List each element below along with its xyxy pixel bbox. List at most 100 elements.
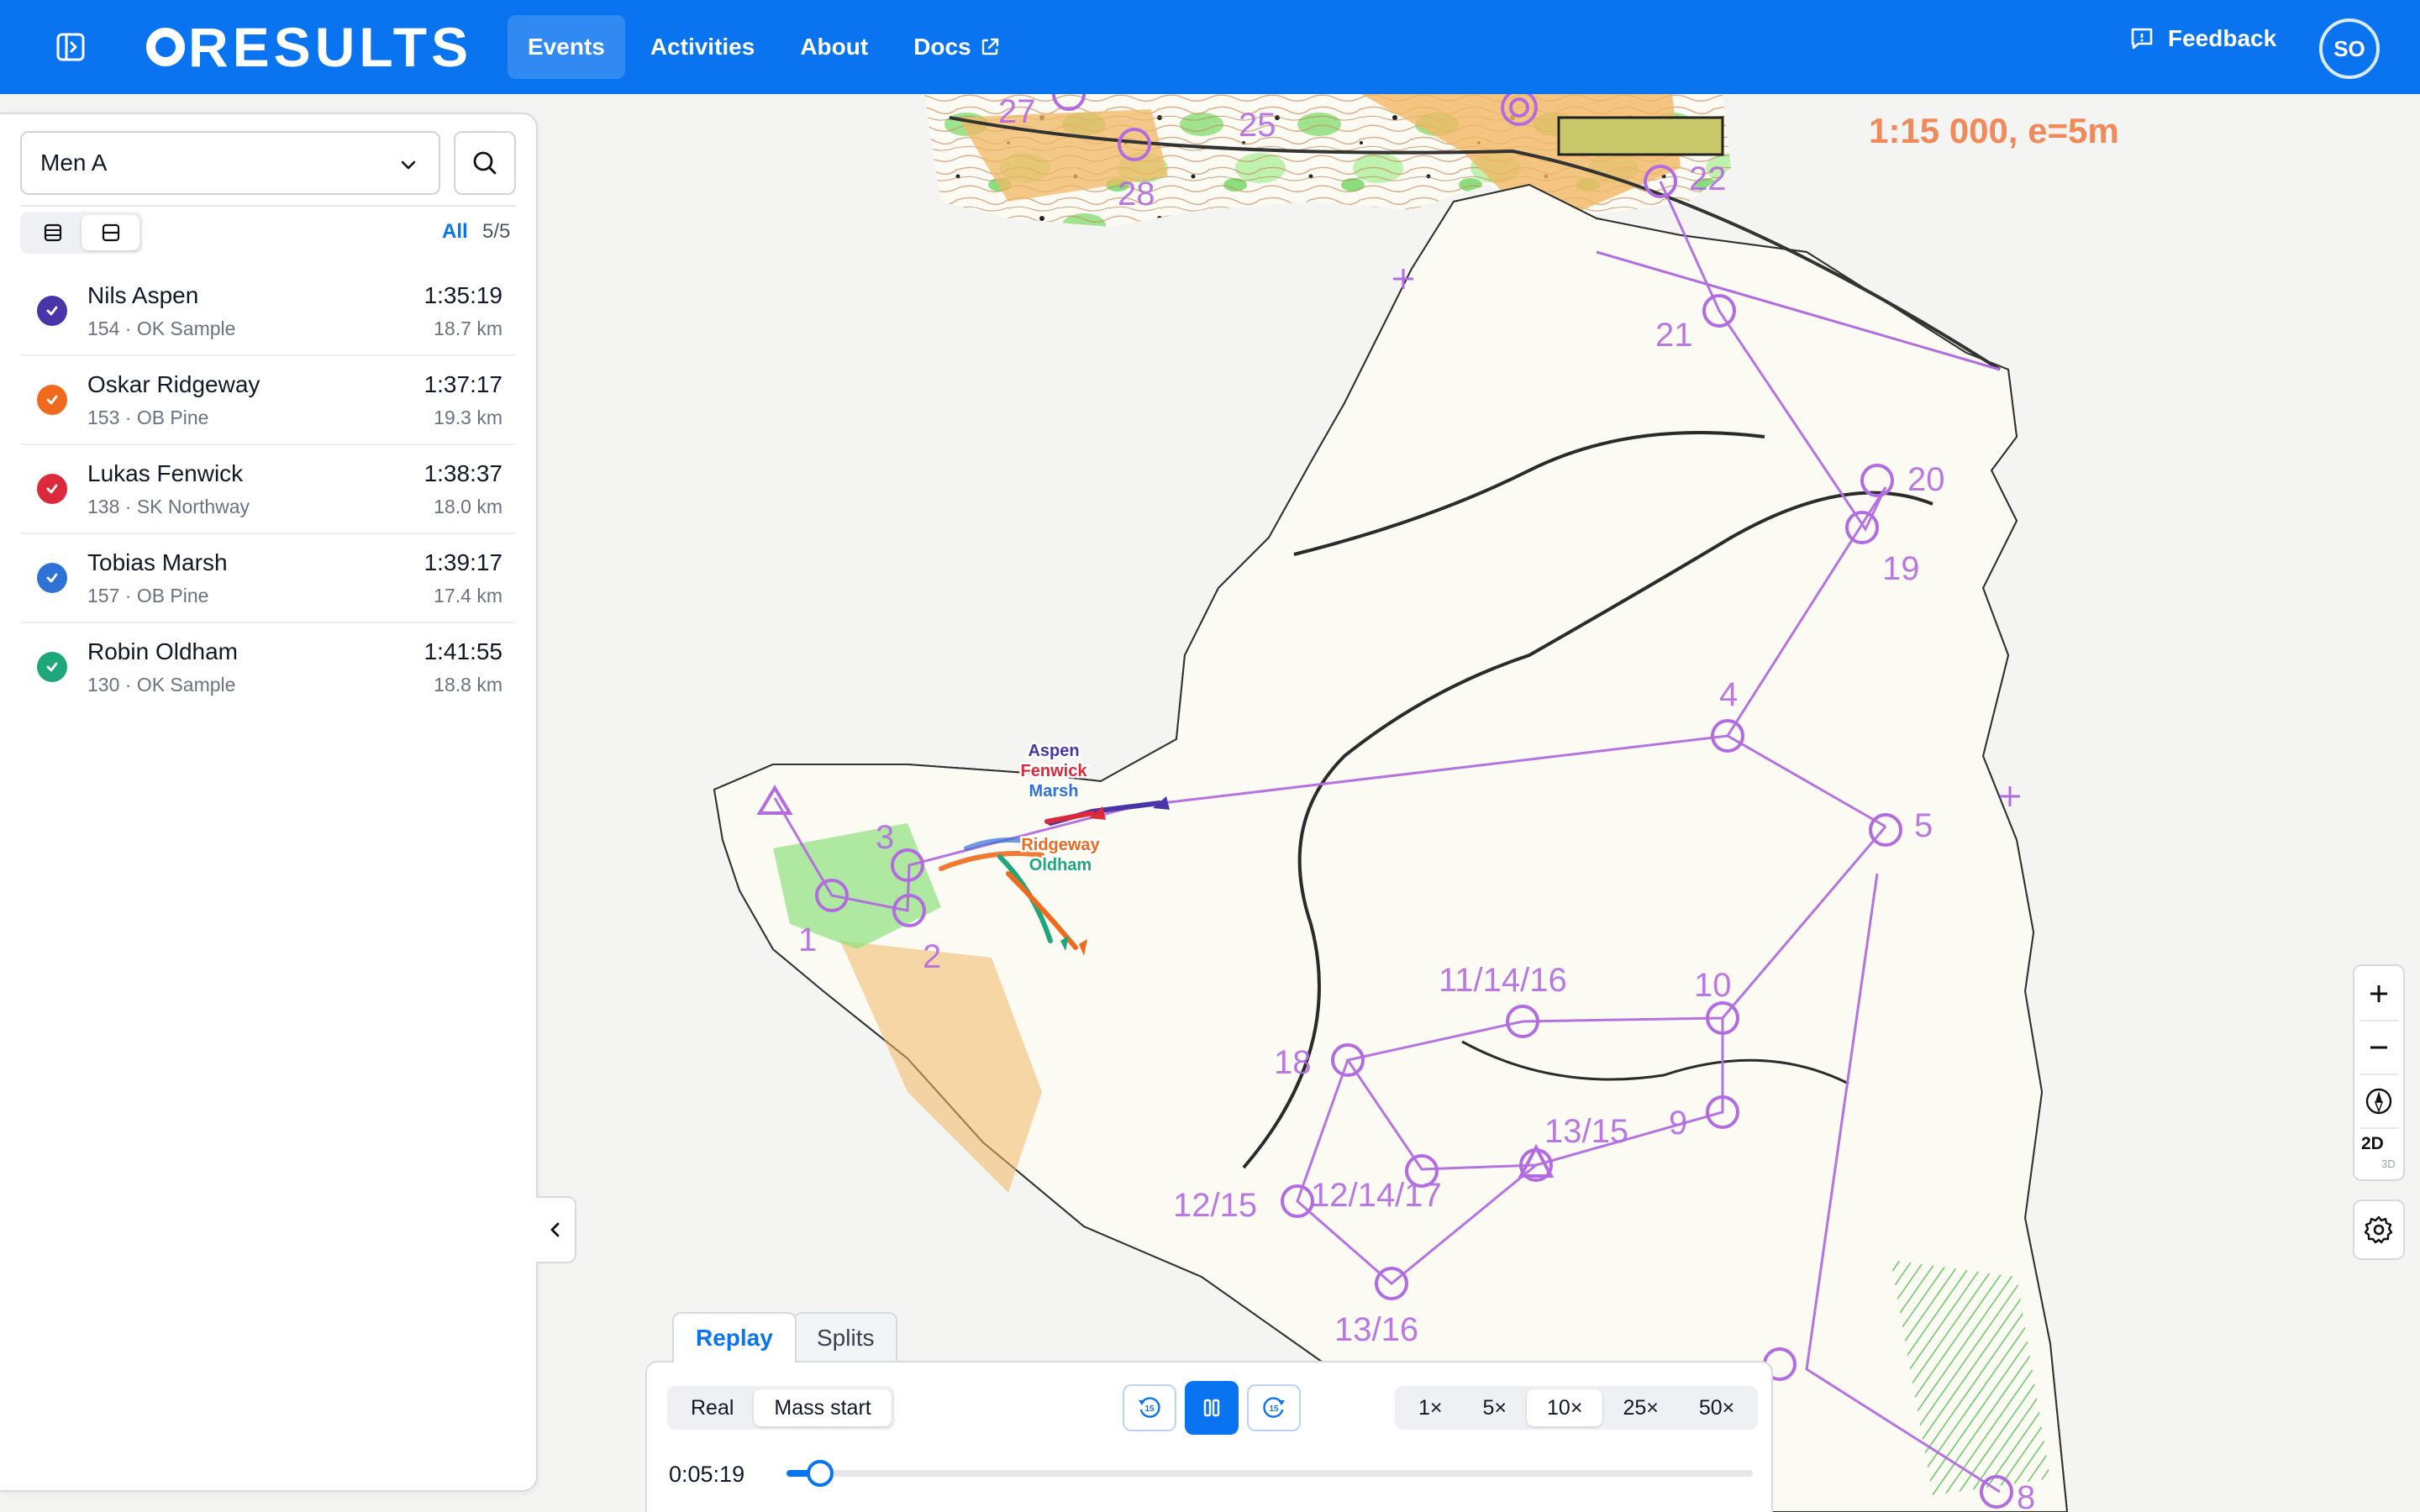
speed-50x-label: 50× — [1698, 1395, 1735, 1420]
runner-distance: 18.7 km — [434, 318, 502, 339]
replay-panel: Real Mass start 15 15 1× 5× 10× 25× 50× … — [645, 1361, 1773, 1512]
runner-label-oldham: Oldham — [1029, 856, 1092, 874]
runner-list: Nils Aspen 154 · OK Sample 1:35:19 18.7 … — [20, 267, 516, 712]
expanded-view-button[interactable] — [24, 215, 82, 250]
control-number: 2 — [923, 938, 941, 975]
speed-selector: 1× 5× 10× 25× 50× — [1395, 1386, 1759, 1430]
speed-10x-button[interactable]: 10× — [1527, 1389, 1603, 1426]
runner-row[interactable]: Oskar Ridgeway 153 · OB Pine 1:37:17 19.… — [20, 356, 516, 445]
app-logo[interactable]: RESULTS — [146, 16, 473, 78]
check-icon[interactable] — [37, 474, 67, 504]
start-mode-real-label: Real — [691, 1395, 734, 1420]
speed-5x-label: 5× — [1482, 1395, 1507, 1420]
sidebar-toggle-icon[interactable] — [55, 32, 86, 62]
runner-club: 130 · OK Sample — [87, 674, 236, 696]
check-icon[interactable] — [37, 652, 67, 682]
main-nav: Events Activities About Docs — [508, 15, 1025, 79]
zoom-in-button[interactable] — [2354, 968, 2403, 1020]
speed-1x-button[interactable]: 1× — [1398, 1389, 1463, 1426]
runner-row[interactable]: Tobias Marsh 157 · OB Pine 1:39:17 17.4 … — [20, 534, 516, 623]
search-icon — [473, 151, 497, 175]
runner-distance: 18.8 km — [434, 674, 502, 696]
feedback-button[interactable]: Feedback — [2129, 25, 2276, 52]
start-mode-toggle: Real Mass start — [667, 1386, 895, 1430]
runner-distance: 17.4 km — [434, 585, 502, 606]
runner-label-aspen: Aspen — [1028, 742, 1079, 760]
runner-row[interactable]: Robin Oldham 130 · OK Sample 1:41:55 18.… — [20, 623, 516, 712]
nav-docs[interactable]: Docs — [893, 15, 1019, 79]
feedback-icon — [2131, 28, 2153, 50]
user-avatar[interactable]: SO — [2319, 18, 2380, 79]
control-number: 3 — [876, 819, 894, 856]
map-settings-button[interactable] — [2353, 1200, 2405, 1260]
runner-club: 154 · OK Sample — [87, 318, 236, 339]
nav-about-label: About — [800, 34, 869, 60]
svg-text:15: 15 — [1144, 1404, 1155, 1414]
zoom-divider — [2360, 1127, 2398, 1129]
control-number: 18 — [1274, 1044, 1312, 1081]
speed-50x-button[interactable]: 50× — [1679, 1389, 1754, 1426]
runner-row[interactable]: Lukas Fenwick 138 · SK Northway 1:38:37 … — [20, 445, 516, 534]
check-icon[interactable] — [37, 385, 67, 415]
runner-row[interactable]: Nils Aspen 154 · OK Sample 1:35:19 18.7 … — [20, 267, 516, 356]
filter-all-link[interactable]: All — [442, 220, 468, 244]
rows-icon — [44, 223, 61, 242]
rewind-15-button[interactable]: 15 — [1123, 1384, 1176, 1431]
class-select-dropdown[interactable]: Men A — [20, 131, 440, 195]
check-icon[interactable] — [37, 563, 67, 593]
tab-splits[interactable]: Splits — [793, 1312, 898, 1362]
timeline-thumb[interactable] — [807, 1460, 834, 1487]
tab-replay[interactable]: Replay — [672, 1312, 797, 1362]
zoom-out-button[interactable] — [2354, 1021, 2403, 1074]
control-number: 19 — [1882, 550, 1920, 587]
map-scale-label: 1:15 000, e=5m — [1869, 111, 2119, 150]
panel-divider — [20, 205, 516, 207]
speed-5x-button[interactable]: 5× — [1463, 1389, 1528, 1426]
start-mode-mass-start-button[interactable]: Mass start — [754, 1389, 892, 1426]
compass-button[interactable] — [2354, 1075, 2403, 1127]
speed-25x-button[interactable]: 25× — [1602, 1389, 1678, 1426]
collapse-panel-button[interactable] — [536, 1196, 576, 1263]
runner-name: Oskar Ridgeway — [87, 371, 260, 397]
runner-time: 1:39:17 — [424, 549, 502, 575]
replay-timeline-slider[interactable] — [786, 1460, 1753, 1487]
forward-15-icon: 15 — [1263, 1397, 1285, 1418]
search-button[interactable] — [454, 131, 516, 195]
runner-label-fenwick: Fenwick — [1021, 762, 1088, 780]
control-number: 28 — [1118, 176, 1155, 213]
runner-name: Robin Oldham — [87, 638, 238, 664]
compact-view-button[interactable] — [82, 215, 139, 250]
runner-count: 5/5 — [482, 220, 511, 243]
split-rows-icon — [102, 223, 119, 242]
nav-docs-label: Docs — [913, 34, 971, 60]
minus-icon — [2370, 1046, 2387, 1049]
speed-1x-label: 1× — [1418, 1395, 1443, 1420]
nav-about[interactable]: About — [780, 15, 888, 79]
map-zoom-controls: 2D 3D — [2353, 964, 2405, 1181]
control-number: 20 — [1907, 461, 1945, 498]
avatar-initials: SO — [2333, 35, 2365, 61]
runner-name: Tobias Marsh — [87, 549, 228, 575]
control-number: 25 — [1239, 107, 1276, 144]
runner-time: 1:35:19 — [424, 282, 502, 308]
dim-3d-label: 3D — [2381, 1158, 2396, 1170]
play-pause-button[interactable] — [1185, 1381, 1239, 1435]
control-number: 22 — [1689, 160, 1727, 197]
nav-events[interactable]: Events — [508, 15, 625, 79]
speed-25x-label: 25× — [1623, 1395, 1659, 1420]
logo-o-mark — [146, 28, 185, 66]
check-icon[interactable] — [37, 296, 67, 326]
forward-15-button[interactable]: 15 — [1247, 1384, 1301, 1431]
control-number: 4 — [1719, 676, 1738, 713]
runner-club: 153 · OB Pine — [87, 407, 209, 428]
control-number: 1 — [798, 921, 817, 958]
nav-activities[interactable]: Activities — [630, 15, 776, 79]
start-mode-real-button[interactable]: Real — [671, 1389, 754, 1426]
compass-icon — [2365, 1088, 2392, 1115]
control-number: 8 — [2017, 1479, 2035, 1512]
logo-text: RESULTS — [188, 16, 473, 78]
pause-icon — [1203, 1399, 1220, 1417]
speed-10x-label: 10× — [1547, 1395, 1583, 1420]
control-number: 10 — [1694, 967, 1732, 1004]
start-mode-mass-start-label: Mass start — [774, 1395, 871, 1420]
